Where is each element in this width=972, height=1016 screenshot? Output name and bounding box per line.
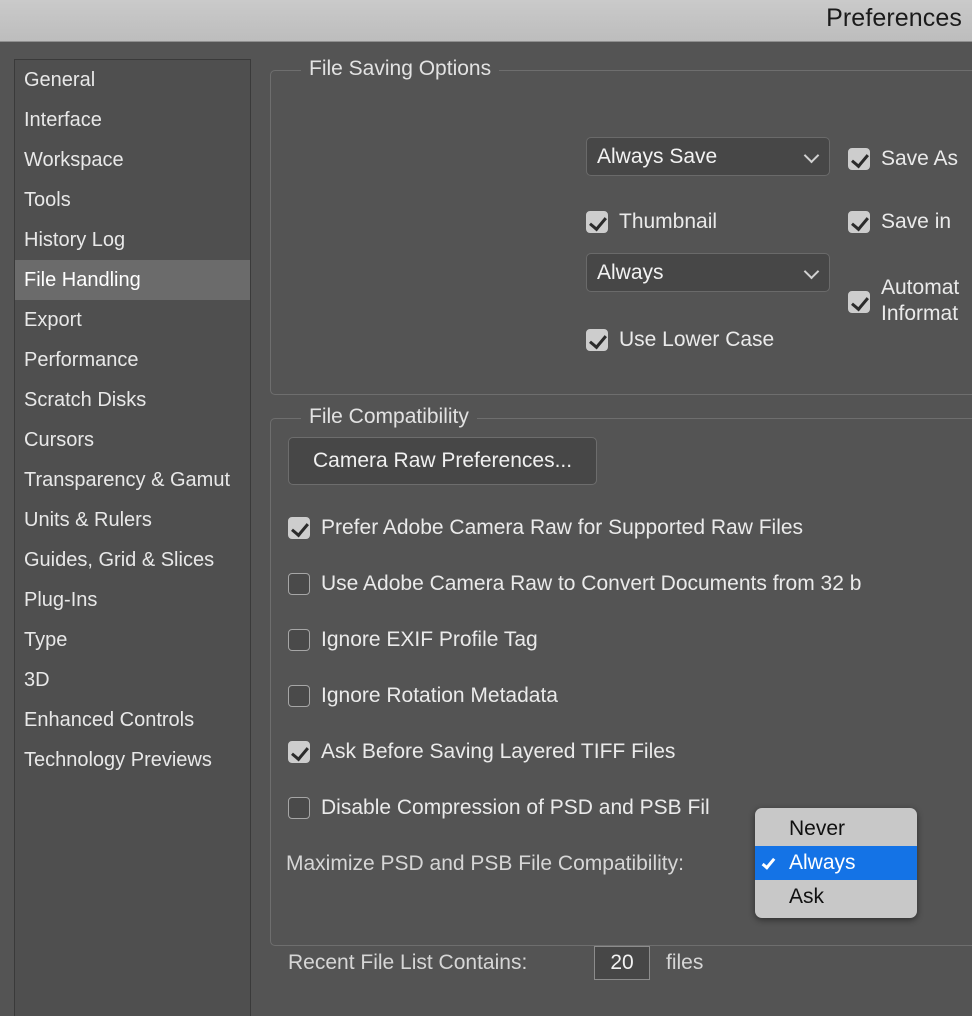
recent-file-list-input[interactable]: 20 [594, 946, 650, 980]
file-compatibility-legend: File Compatibility [301, 405, 477, 429]
convert-32bit-checkbox[interactable]: Use Adobe Camera Raw to Convert Document… [288, 571, 861, 597]
disable-compression-checkbox[interactable]: Disable Compression of PSD and PSB Fil [288, 795, 710, 821]
use-lower-case-checkbox[interactable]: Use Lower Case [586, 327, 774, 353]
sidebar-item-transparency-gamut[interactable]: Transparency & Gamut [15, 460, 250, 500]
file-saving-options-legend: File Saving Options [301, 57, 500, 81]
popup-item-label: Never [789, 817, 846, 840]
save-as-to-original-folder-checkbox[interactable]: Save As [848, 146, 958, 172]
sidebar-item-tools[interactable]: Tools [15, 180, 250, 220]
ignore-exif-checkbox[interactable]: Ignore EXIF Profile Tag [288, 627, 538, 653]
thumbnail-checkbox[interactable]: Thumbnail [586, 209, 717, 235]
automatically-save-label: Automat Informat [881, 276, 960, 325]
append-extension-select[interactable]: Always [586, 253, 830, 292]
append-extension-value: Always [597, 260, 664, 284]
sidebar-item-performance[interactable]: Performance [15, 340, 250, 380]
preferences-category-list[interactable]: General Interface Workspace Tools Histor… [14, 59, 251, 1016]
popup-item-label: Ask [789, 885, 825, 908]
checkbox-indicator [288, 797, 310, 819]
sidebar-item-guides-grid-slices[interactable]: Guides, Grid & Slices [15, 540, 250, 580]
chevron-down-icon [803, 263, 820, 279]
image-previews-select[interactable]: Always Save [586, 137, 830, 176]
image-previews-value: Always Save [597, 144, 718, 168]
recent-file-list-label: Recent File List Contains: [288, 951, 528, 974]
title-bar: Preferences [0, 0, 972, 42]
recent-file-list-suffix: files [666, 951, 704, 974]
check-icon [761, 855, 776, 870]
sidebar-item-general[interactable]: General [15, 60, 250, 100]
sidebar-item-interface[interactable]: Interface [15, 100, 250, 140]
checkbox-indicator [288, 573, 310, 595]
maximize-compatibility-popup-menu[interactable]: Never Always Ask [755, 808, 917, 918]
disable-compression-label: Disable Compression of PSD and PSB Fil [321, 796, 710, 819]
sidebar-item-scratch-disks[interactable]: Scratch Disks [15, 380, 250, 420]
sidebar-item-3d[interactable]: 3D [15, 660, 250, 700]
ask-layered-tiff-label: Ask Before Saving Layered TIFF Files [321, 740, 676, 763]
checkbox-indicator [848, 291, 870, 313]
checkbox-indicator [848, 148, 870, 170]
save-as-label: Save As [881, 147, 959, 170]
chevron-down-icon [803, 147, 820, 163]
checkbox-indicator [288, 629, 310, 651]
sidebar-item-file-handling[interactable]: File Handling [15, 260, 250, 300]
preferences-dialog: Preferences General Interface Workspace … [0, 0, 972, 1016]
checkbox-indicator [586, 329, 608, 351]
save-in-background-checkbox[interactable]: Save in [848, 209, 951, 235]
save-in-label: Save in [881, 210, 952, 233]
maximize-compatibility-label: Maximize PSD and PSB File Compatibility: [286, 852, 684, 875]
checkbox-indicator [288, 741, 310, 763]
ignore-exif-label: Ignore EXIF Profile Tag [321, 628, 538, 651]
checkbox-indicator [288, 517, 310, 539]
sidebar-item-export[interactable]: Export [15, 300, 250, 340]
checkbox-indicator [848, 211, 870, 233]
prefer-camera-raw-checkbox[interactable]: Prefer Adobe Camera Raw for Supported Ra… [288, 515, 803, 541]
sidebar-item-history-log[interactable]: History Log [15, 220, 250, 260]
popup-item-label: Always [789, 851, 856, 874]
sidebar-item-units-rulers[interactable]: Units & Rulers [15, 500, 250, 540]
ignore-rotation-label: Ignore Rotation Metadata [321, 684, 558, 707]
ask-layered-tiff-checkbox[interactable]: Ask Before Saving Layered TIFF Files [288, 739, 675, 765]
sidebar-item-cursors[interactable]: Cursors [15, 420, 250, 460]
sidebar-item-type[interactable]: Type [15, 620, 250, 660]
sidebar-item-technology-previews[interactable]: Technology Previews [15, 740, 250, 780]
sidebar-item-enhanced-controls[interactable]: Enhanced Controls [15, 700, 250, 740]
thumbnail-label: Thumbnail [619, 210, 718, 233]
ignore-rotation-checkbox[interactable]: Ignore Rotation Metadata [288, 683, 558, 709]
prefer-camera-raw-label: Prefer Adobe Camera Raw for Supported Ra… [321, 516, 804, 539]
checkbox-indicator [288, 685, 310, 707]
sidebar-item-workspace[interactable]: Workspace [15, 140, 250, 180]
automatically-save-recovery-checkbox[interactable]: Automat Informat [848, 275, 972, 327]
checkbox-indicator [586, 211, 608, 233]
window-title: Preferences [826, 4, 962, 32]
camera-raw-preferences-button[interactable]: Camera Raw Preferences... [288, 437, 598, 485]
use-lower-case-label: Use Lower Case [619, 328, 775, 351]
popup-item-never[interactable]: Never [755, 812, 917, 846]
convert-32bit-label: Use Adobe Camera Raw to Convert Document… [321, 572, 862, 595]
sidebar-item-plug-ins[interactable]: Plug-Ins [15, 580, 250, 620]
popup-item-always[interactable]: Always [755, 846, 917, 880]
popup-item-ask[interactable]: Ask [755, 880, 917, 914]
